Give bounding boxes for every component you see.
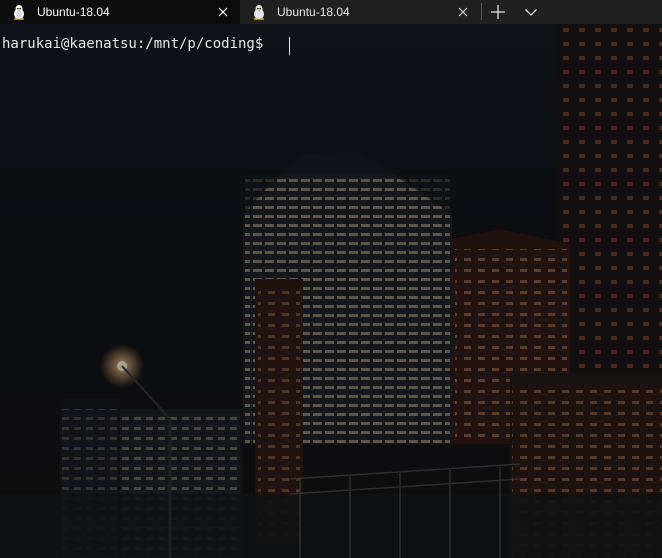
background-image [0, 24, 662, 558]
text-cursor [289, 37, 290, 55]
linux-tux-icon [13, 5, 25, 20]
tab-title: Ubuntu-18.04 [37, 5, 110, 19]
tab-separator [481, 3, 482, 20]
terminal-prompt[interactable]: harukai@kaenatsu:/mnt/p/coding$ [2, 36, 272, 52]
close-icon[interactable] [216, 5, 230, 19]
tab-bar: Ubuntu-18.04 Ubuntu-18.04 [0, 0, 662, 24]
tab-ubuntu-active[interactable]: Ubuntu-18.04 [0, 0, 240, 24]
plus-icon[interactable] [489, 3, 507, 21]
terminal-pane[interactable]: harukai@kaenatsu:/mnt/p/coding$ [0, 24, 662, 558]
tab-ubuntu-inactive[interactable]: Ubuntu-18.04 [240, 0, 480, 24]
tab-title: Ubuntu-18.04 [277, 5, 350, 19]
linux-tux-icon [253, 5, 265, 20]
close-icon[interactable] [456, 5, 470, 19]
chevron-down-icon[interactable] [524, 5, 538, 19]
